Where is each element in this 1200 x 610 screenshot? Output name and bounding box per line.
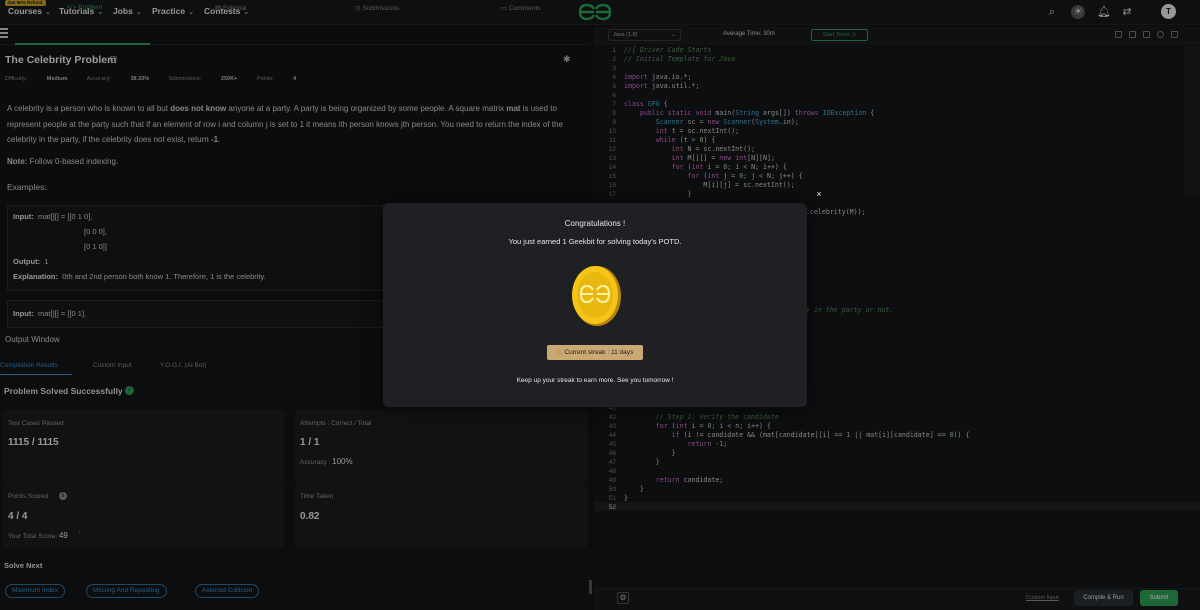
geekbit-coin-icon [572,266,621,326]
modal-text: You just earned 1 Geekbit for solving to… [508,237,682,246]
modal-footer-text: Keep up your streak to earn more. See yo… [516,377,674,384]
modal-title: Congratulations ! [564,219,626,228]
fire-icon: ♨ [556,349,563,356]
streak-label: Current streak : 11 days [564,349,634,356]
close-icon[interactable]: × [812,187,826,201]
streak-badge: ♨ Current streak : 11 days [547,345,643,360]
